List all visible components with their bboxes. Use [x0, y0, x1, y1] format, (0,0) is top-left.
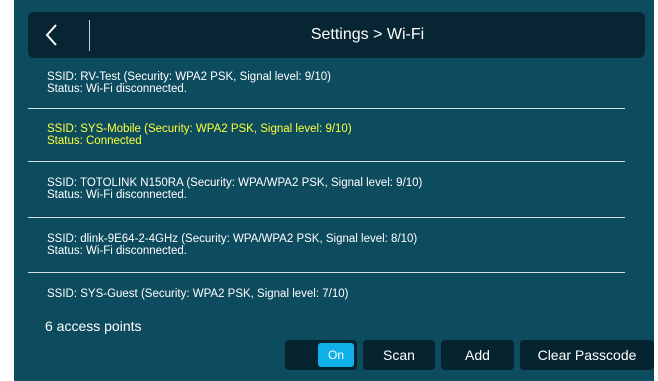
chevron-left-icon: [45, 24, 57, 46]
access-point-item[interactable]: SSID: TOTOLINK N150RA (Security: WPA/WPA…: [28, 162, 625, 218]
access-point-ssid: SSID: TOTOLINK N150RA (Security: WPA/WPA…: [47, 177, 423, 189]
access-point-item[interactable]: SSID: SYS-Guest (Security: WPA2 PSK, Sig…: [28, 273, 625, 301]
access-point-ssid: SSID: RV-Test (Security: WPA2 PSK, Signa…: [47, 71, 331, 83]
wifi-settings-screen: Settings > Wi-Fi SSID: RV-Test (Security…: [14, 0, 654, 381]
access-point-status: Status: Wi-Fi disconnected.: [47, 245, 187, 257]
access-point-status: Status: Wi-Fi disconnected.: [47, 83, 187, 95]
access-point-count: 6 access points: [45, 318, 142, 334]
wifi-toggle-knob: On: [318, 343, 354, 367]
access-point-ssid: SSID: SYS-Mobile (Security: WPA2 PSK, Si…: [47, 123, 352, 135]
access-point-ssid: SSID: SYS-Guest (Security: WPA2 PSK, Sig…: [47, 288, 349, 300]
access-point-item-connected[interactable]: SSID: SYS-Mobile (Security: WPA2 PSK, Si…: [28, 109, 625, 162]
back-button[interactable]: [28, 12, 88, 58]
access-point-item[interactable]: SSID: RV-Test (Security: WPA2 PSK, Signa…: [28, 68, 625, 109]
header-bar: Settings > Wi-Fi: [28, 12, 645, 58]
access-point-ssid: SSID: dlink-9E64-2-4GHz (Security: WPA/W…: [47, 233, 418, 245]
access-point-status: Status: Connected: [47, 135, 142, 147]
access-point-item[interactable]: SSID: dlink-9E64-2-4GHz (Security: WPA/W…: [28, 218, 625, 273]
scan-button[interactable]: Scan: [363, 340, 435, 370]
page-title: Settings > Wi-Fi: [310, 26, 425, 43]
wifi-toggle[interactable]: On: [285, 340, 357, 370]
clear-passcode-button[interactable]: Clear Passcode: [520, 340, 654, 370]
access-point-list: SSID: RV-Test (Security: WPA2 PSK, Signa…: [28, 68, 625, 301]
add-button[interactable]: Add: [441, 340, 514, 370]
access-point-status: Status: Wi-Fi disconnected.: [47, 189, 187, 201]
